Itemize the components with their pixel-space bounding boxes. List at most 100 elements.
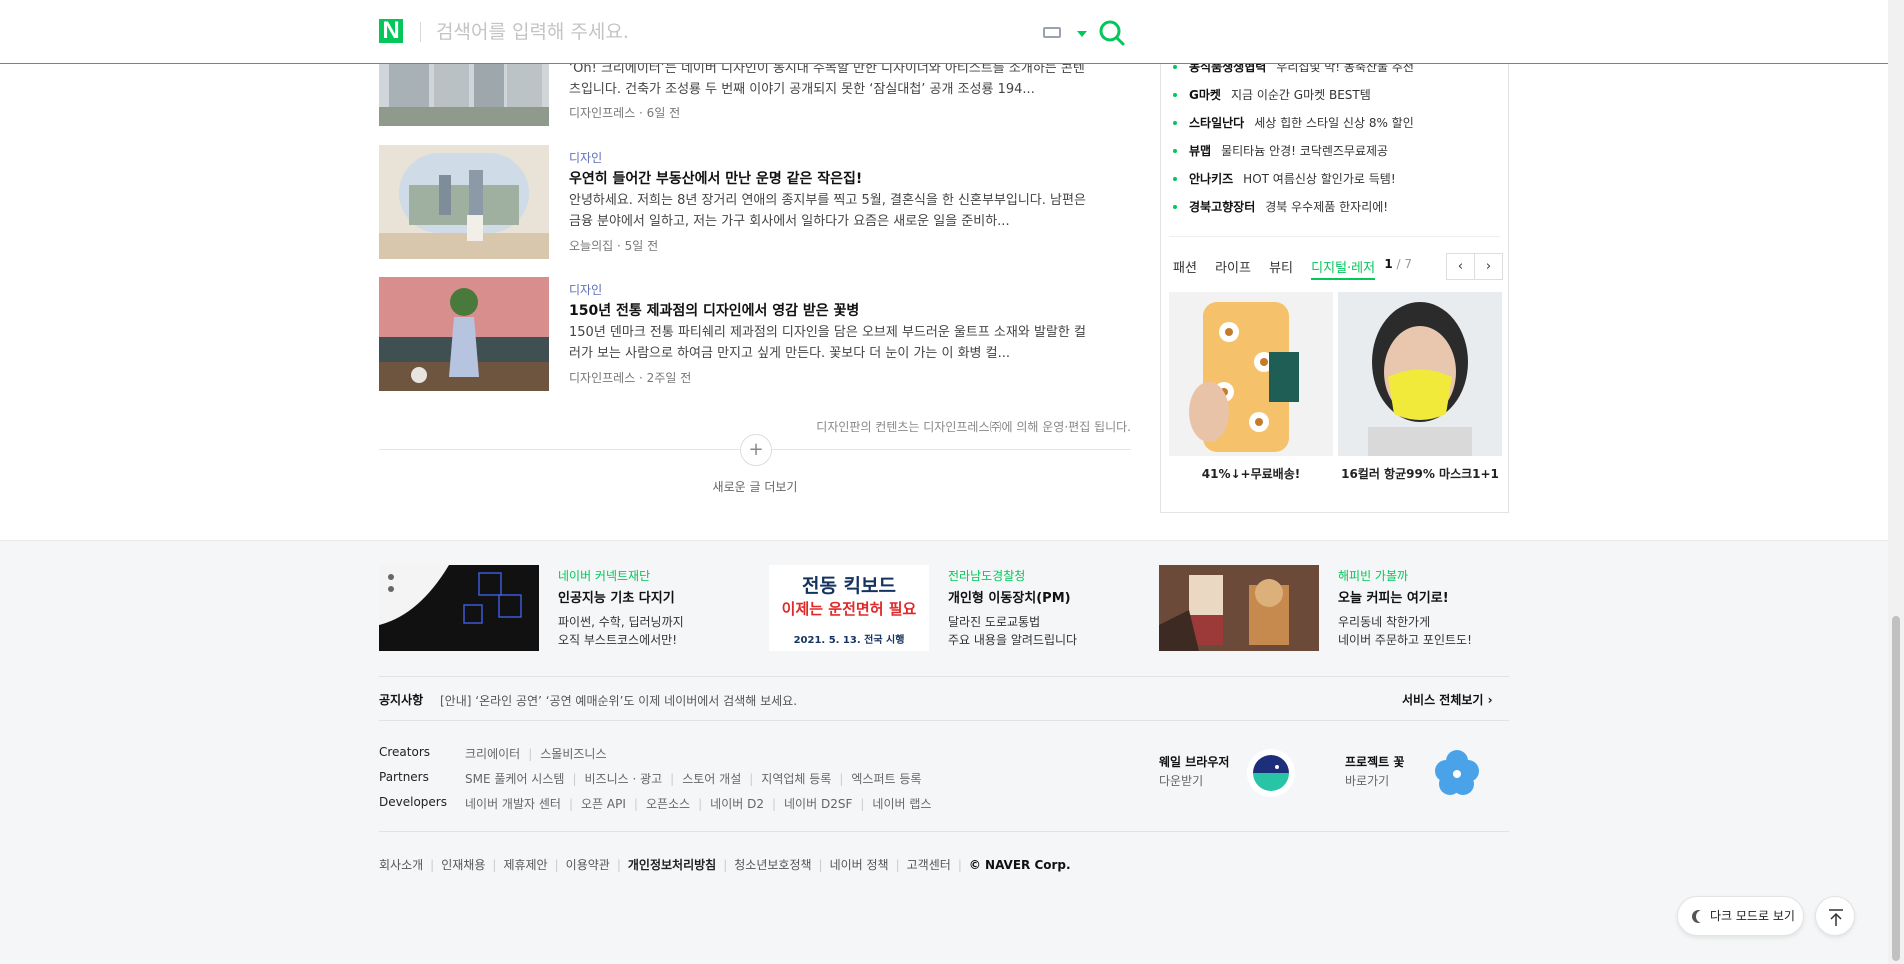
service-all-link[interactable]: 서비스 전체보기 ›	[1402, 691, 1493, 708]
footer-link[interactable]: 이용약관	[566, 858, 610, 872]
link[interactable]: 네이버 랩스	[872, 797, 931, 811]
promo-source[interactable]: 전라남도경찰청	[948, 567, 1025, 584]
shopping-item[interactable]: 경북고향장터 경북 우수제품 한자리에!	[1173, 198, 1388, 216]
keyboard-icon[interactable]	[1043, 27, 1061, 38]
app-sub[interactable]: 다운받기	[1159, 772, 1203, 789]
footer-link[interactable]: 제휴제안	[503, 858, 547, 872]
shopping-text[interactable]: 세상 힙한 스타일 신상 8% 할인	[1254, 116, 1414, 130]
promo-title[interactable]: 인공지능 기초 다지기	[558, 587, 675, 606]
whale-icon[interactable]	[1247, 749, 1295, 797]
shopping-brand[interactable]: 뷰맵	[1189, 144, 1211, 158]
footer-link[interactable]: 고객센터	[907, 858, 951, 872]
footer-link[interactable]: 인재채용	[441, 858, 485, 872]
promo-source[interactable]: 네이버 커넥트재단	[558, 567, 650, 584]
promo-source[interactable]: 해피빈 가볼까	[1338, 567, 1408, 584]
link[interactable]: SME 풀케어 시스템	[465, 772, 564, 786]
article-title[interactable]: 150년 전통 제과점의 디자인에서 영감 받은 꽃병	[569, 300, 859, 320]
footer-link[interactable]: 네이버 정책	[830, 858, 889, 872]
promo-card[interactable]: 전동 킥보드 이제는 운전면허 필요 2021. 5. 13. 전국 시행 전라…	[769, 565, 1129, 651]
next-page-button[interactable]: ›	[1474, 253, 1503, 280]
product-label[interactable]: 16컬러 항균99% 마스크1+1	[1338, 465, 1502, 482]
article-title[interactable]: 우연히 들어간 부동산에서 만난 운명 같은 작은집!	[569, 168, 862, 188]
footer-area: 네이버 커넥트재단 인공지능 기초 다지기 파이썬, 수학, 딥러닝까지 오직 …	[0, 540, 1888, 964]
article-thumbnail[interactable]	[379, 277, 549, 391]
caret-down-icon[interactable]	[1077, 31, 1087, 37]
article-category[interactable]: 디자인	[569, 281, 602, 298]
list-item[interactable]: 디자인 우연히 들어간 부동산에서 만난 운명 같은 작은집! 안녕하세요. 저…	[379, 145, 1131, 259]
link[interactable]: 스몰비즈니스	[540, 747, 606, 761]
promo-description: 우리동네 착한가게 네이버 주문하고 포인트도!	[1338, 615, 1472, 647]
shopping-item[interactable]: 안나키즈 HOT 여름신상 할인가로 득템!	[1173, 170, 1396, 188]
link[interactable]: 크리에이터	[465, 747, 520, 761]
dark-mode-button[interactable]: 다크 모드로 보기	[1677, 896, 1804, 936]
load-more-button[interactable]: +	[740, 434, 772, 466]
footer-link[interactable]: 회사소개	[379, 858, 423, 872]
promo-description: 파이썬, 수학, 딥러닝까지 오직 부스트코스에서만!	[558, 615, 684, 647]
shopping-item[interactable]: G마켓 지금 이순간 G마켓 BEST템	[1173, 86, 1371, 104]
link[interactable]: 네이버 D2	[710, 797, 764, 811]
bullet-icon	[1173, 149, 1177, 153]
service-all-label[interactable]: 서비스 전체보기	[1402, 693, 1483, 707]
product-label[interactable]: 41%↓+무료배송!	[1169, 465, 1333, 482]
article-category[interactable]: 디자인	[569, 149, 602, 166]
promo-image[interactable]	[379, 565, 539, 651]
app-name[interactable]: 프로젝트 꽃	[1345, 753, 1404, 770]
product-image[interactable]	[1169, 292, 1333, 456]
shopping-text[interactable]: 물티타늄 안경! 코닥렌즈무료제공	[1221, 144, 1388, 158]
scroll-top-button[interactable]	[1815, 896, 1855, 936]
promo-title[interactable]: 오늘 커피는 여기로!	[1338, 587, 1449, 606]
search-input[interactable]	[436, 16, 1016, 48]
load-more-label[interactable]: 새로운 글 더보기	[379, 478, 1131, 495]
tab-beauty[interactable]: 뷰티	[1269, 257, 1293, 276]
link[interactable]: 네이버 D2SF	[784, 797, 852, 811]
list-item[interactable]: 디자인 150년 전통 제과점의 디자인에서 영감 받은 꽃병 150년 덴마크…	[379, 277, 1131, 391]
product-image[interactable]	[1338, 292, 1502, 456]
bullet-icon	[1173, 205, 1177, 209]
divider	[379, 676, 1509, 677]
scrollbar-thumb[interactable]	[1892, 616, 1900, 961]
arrow-up-icon	[1829, 909, 1843, 926]
promo-image[interactable]	[1159, 565, 1319, 651]
project-kkot-promo[interactable]: 프로젝트 꽃 바로가기	[1345, 749, 1485, 805]
shopping-text[interactable]: 지금 이순간 G마켓 BEST템	[1231, 88, 1371, 102]
shopping-text[interactable]: HOT 여름신상 할인가로 득템!	[1243, 172, 1395, 186]
copyright[interactable]: © NAVER Corp.	[969, 858, 1071, 872]
naver-logo[interactable]: N	[379, 19, 403, 43]
link[interactable]: 지역업체 등록	[761, 772, 831, 786]
whale-browser-promo[interactable]: 웨일 브라우저 다운받기	[1159, 749, 1299, 805]
promo-image[interactable]: 전동 킥보드 이제는 운전면허 필요 2021. 5. 13. 전국 시행	[769, 565, 929, 651]
link[interactable]: 비즈니스 · 광고	[584, 772, 662, 786]
promo-card[interactable]: 해피빈 가볼까 오늘 커피는 여기로! 우리동네 착한가게 네이버 주문하고 포…	[1159, 565, 1519, 651]
link[interactable]: 엑스퍼트 등록	[851, 772, 921, 786]
promo-card[interactable]: 네이버 커넥트재단 인공지능 기초 다지기 파이썬, 수학, 딥러닝까지 오직 …	[379, 565, 739, 651]
footer-link[interactable]: 개인정보처리방침	[628, 858, 716, 872]
tab-fashion[interactable]: 패션	[1173, 257, 1197, 276]
shopping-item[interactable]: 뷰맵 물티타늄 안경! 코닥렌즈무료제공	[1173, 142, 1388, 160]
shopping-brand[interactable]: 경북고향장터	[1189, 200, 1255, 214]
promo-title[interactable]: 개인형 이동장치(PM)	[948, 587, 1071, 606]
link[interactable]: 오픈소스	[646, 797, 690, 811]
prev-page-button[interactable]: ‹	[1446, 253, 1475, 280]
flower-icon[interactable]	[1433, 749, 1481, 797]
tab-life[interactable]: 라이프	[1215, 257, 1251, 276]
footer-link[interactable]: 청소년보호정책	[734, 858, 811, 872]
shopping-brand[interactable]: 안나키즈	[1189, 172, 1233, 186]
app-name[interactable]: 웨일 브라우저	[1159, 753, 1229, 770]
notice-text[interactable]: [안내] ‘온라인 공연’ ‘공연 예매순위’도 이제 네이버에서 검색해 보세…	[440, 692, 797, 709]
link[interactable]: 스토어 개설	[682, 772, 741, 786]
link[interactable]: 오픈 API	[581, 797, 626, 811]
link[interactable]: 네이버 개발자 센터	[465, 797, 561, 811]
shopping-item[interactable]: 스타일난다 세상 힙한 스타일 신상 8% 할인	[1173, 114, 1414, 132]
article-meta: 오늘의집 · 5일 전	[569, 239, 659, 253]
tab-digital-leisure[interactable]: 디지털·레저	[1311, 257, 1376, 280]
article-thumbnail[interactable]	[379, 145, 549, 259]
scrollbar[interactable]	[1888, 0, 1904, 964]
logo-divider	[420, 22, 421, 42]
notice-heading[interactable]: 공지사항	[379, 691, 423, 708]
bullet-icon	[1173, 65, 1177, 69]
search-button[interactable]	[1098, 19, 1126, 47]
shopping-brand[interactable]: 스타일난다	[1189, 116, 1244, 130]
shopping-text[interactable]: 경북 우수제품 한자리에!	[1265, 200, 1388, 214]
app-sub[interactable]: 바로가기	[1345, 772, 1389, 789]
shopping-brand[interactable]: G마켓	[1189, 88, 1221, 102]
